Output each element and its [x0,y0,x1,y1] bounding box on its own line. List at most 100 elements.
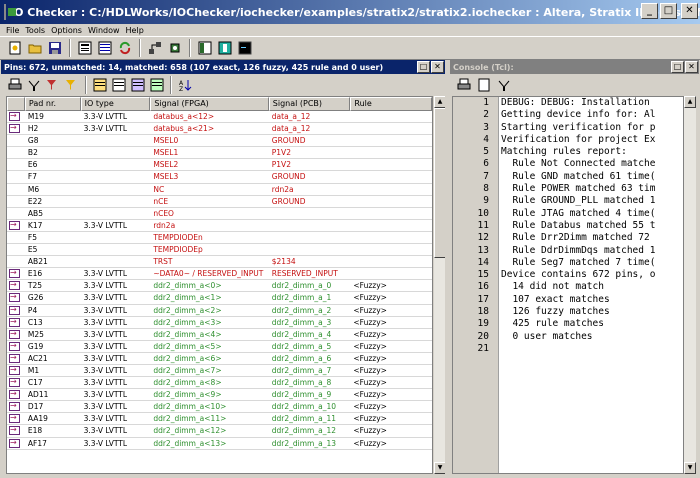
direction-cell [7,377,25,388]
rule-cell: <Fuzzy> [353,378,387,388]
column-header-signal-fpga[interactable]: Signal (FPGA) [150,97,269,111]
pins-pane: Pins: 672, unmatched: 14, matched: 658 (… [1,60,446,474]
console-line-text: DEBUG: DEBUG: Installation [501,97,650,108]
line-number: 8 [483,183,489,195]
title-bar: IO Checker : C:/HDLWorks/IOChecker/ioche… [0,0,700,24]
pane-restore-button[interactable]: □ [417,61,430,73]
hierarchy-icon[interactable] [146,39,164,57]
pad-cell: M6 [27,184,40,194]
save-icon[interactable] [46,39,64,57]
menu-tools[interactable]: Tools [22,26,48,35]
terminal-icon[interactable] [236,39,254,57]
console-restore-button[interactable]: □ [671,61,684,73]
table-row[interactable]: G8 MSEL0 GROUND [7,135,432,148]
rule-cell [350,184,432,195]
scroll-down-button[interactable]: ▼ [684,462,696,474]
column-header-rule[interactable]: Rule [350,97,432,111]
close-button[interactable]: ✕ [681,3,698,19]
pins-vertical-scrollbar[interactable]: ▲ ▼ [433,96,446,474]
table-row[interactable]: AB5 nCEO [7,208,432,220]
menu-window[interactable]: Window [85,26,123,35]
table-row[interactable]: C13 3.3-V LVTTL ddr2_dimm_a<3> ddr2_dimm_a_… [7,317,432,329]
rule-cell: <Fuzzy> [353,390,387,400]
sort-icon[interactable]: AZ [176,76,194,94]
io-type-cell [81,147,151,158]
pad-cell: M25 [27,329,44,339]
io-type-cell: 3.3-V LVTTL [83,365,128,375]
table-row[interactable]: H2 3.3-V LVTTL databus_a<21> data_a_12 [7,123,432,136]
table-row[interactable]: M25 3.3-V LVTTL ddr2_dimm_a<4> ddr2_dimm_a_… [7,329,432,341]
list-view-icon[interactable] [96,39,114,57]
panel-center-icon[interactable] [216,39,234,57]
console-line-text: Rule GND matched 61 time( [501,170,656,182]
new-icon[interactable] [6,39,24,57]
clear-console-icon[interactable] [475,76,493,94]
menu-file[interactable]: File [0,26,22,35]
table-row[interactable]: G26 3.3-V LVTTL ddr2_dimm_a<1> ddr2_dimm_a_… [7,292,432,305]
print-icon[interactable] [455,76,473,94]
rule-cell: <Fuzzy> [353,341,387,351]
column-header-io-type[interactable]: IO type [80,97,151,111]
minimize-button[interactable]: _ [641,3,658,19]
column-header-signal-pcb[interactable]: Signal (PCB) [268,97,351,111]
rule-view-icon[interactable] [129,76,147,94]
table-row[interactable]: B2 MSEL1 P1V2 [7,147,432,160]
signal-pcb-cell [269,232,351,243]
rule-cell [350,232,432,243]
table-row[interactable]: E6 MSEL2 P1V2 [7,159,432,172]
pane-close-button[interactable]: ✕ [431,61,444,73]
pad-cell: AD11 [27,390,49,400]
open-folder-icon[interactable] [26,39,44,57]
table-row[interactable]: AB21 TRST $2134 [7,256,432,269]
app-icon[interactable] [4,4,16,20]
console-close-button[interactable]: ✕ [685,61,698,73]
chip-icon[interactable] [166,39,184,57]
panel-left-icon[interactable] [196,39,214,57]
filter-clear-icon[interactable] [63,76,81,94]
pad-cell: M19 [27,112,44,121]
table-row[interactable]: P4 3.3-V LVTTL ddr2_dimm_a<2> ddr2_dimm_a_2… [7,305,432,317]
menu-help[interactable]: Help [123,26,147,35]
column-header-pad[interactable]: Pad nr. [24,97,81,111]
grid-view-icon[interactable] [110,76,128,94]
console-output[interactable]: 1 DEBUG: DEBUG: Installation 2 Getting devi… [452,96,684,474]
table-row[interactable]: AD11 3.3-V LVTTL ddr2_dimm_a<9> ddr2_dimm_a… [7,389,432,402]
signal-icon[interactable] [495,76,513,94]
print-icon[interactable] [6,76,24,94]
table-row[interactable]: E5 TEMPDIODEp [7,244,432,257]
table-row[interactable]: T25 3.3-V LVTTL ddr2_dimm_a<0> ddr2_dimm_a_… [7,280,432,293]
line-number: 17 [477,293,489,305]
rule-cell: <Fuzzy> [353,281,387,291]
table-row[interactable]: M19 3.3-V LVTTL databus_a<12> data_a_12 [7,111,432,124]
console-line-text: 0 user matches [501,330,593,342]
table-row[interactable]: E18 3.3-V LVTTL ddr2_dimm_a<12> ddr2_dimm_a… [7,425,432,438]
table-row[interactable]: F7 MSEL3 GROUND [7,171,432,184]
match-view-icon[interactable] [148,76,166,94]
table-row[interactable]: AA19 3.3-V LVTTL ddr2_dimm_a<11> ddr2_dimm_… [7,413,432,426]
direction-cell [7,305,25,316]
console-vertical-scrollbar[interactable]: ▲ ▼ [684,96,696,474]
document-view-icon[interactable] [76,39,94,57]
signal-icon[interactable] [25,76,43,94]
table-row[interactable]: AF17 3.3-V LVTTL ddr2_dimm_a<13> ddr2_dimm_… [7,438,432,450]
table-row[interactable]: D17 3.3-V LVTTL ddr2_dimm_a<10> ddr2_dimm_a… [7,401,432,414]
table-row[interactable]: K17 3.3-V LVTTL rdn2a [7,220,432,232]
table-view-icon[interactable] [91,76,109,94]
menu-options[interactable]: Options [48,26,85,35]
table-row[interactable]: M6 NC rdn2a [7,184,432,196]
table-row[interactable]: M1 3.3-V LVTTL ddr2_dimm_a<7> ddr2_dimm_a_7… [7,365,432,378]
io-type-cell: 3.3-V LVTTL [83,305,128,315]
table-row[interactable]: F5 TEMPDIODEn [7,232,432,245]
filter-icon[interactable] [44,76,62,94]
signal-fpga-cell: ddr2_dimm_a<0> [153,281,222,291]
column-header-icon[interactable] [7,97,25,111]
maximize-button[interactable]: □ [660,3,677,19]
table-row[interactable]: AC21 3.3-V LVTTL ddr2_dimm_a<6> ddr2_dimm_a… [7,353,432,365]
table-row[interactable]: C17 3.3-V LVTTL ddr2_dimm_a<8> ddr2_dimm_a_… [7,377,432,390]
table-row[interactable]: G19 3.3-V LVTTL ddr2_dimm_a<5> ddr2_dimm_a_… [7,341,432,353]
signal-pcb-cell: GROUND [271,136,306,146]
table-row[interactable]: E16 3.3-V LVTTL ~DATA0~ / RESERVED_INPUT RE… [7,268,432,281]
table-row[interactable]: E22 nCE GROUND [7,196,432,208]
scroll-up-button[interactable]: ▲ [684,96,696,108]
refresh-icon[interactable] [116,39,134,57]
